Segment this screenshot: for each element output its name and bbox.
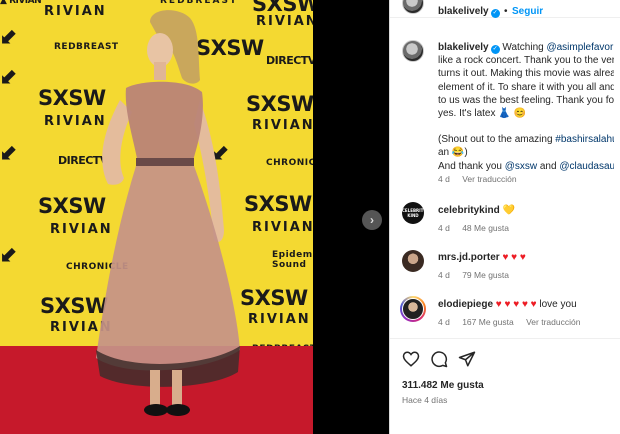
- caption-meta: 4 d Ver traducción: [438, 174, 517, 184]
- heart-icon[interactable]: [402, 350, 420, 368]
- woman-figure: [96, 10, 240, 416]
- share-icon[interactable]: [458, 350, 476, 368]
- comment: elodiepiege ♥ ♥ ♥ ♥ ♥ love you: [438, 299, 577, 310]
- comment-avatar[interactable]: [402, 250, 424, 272]
- comment: celebritykind 💛: [438, 205, 515, 216]
- avatar[interactable]: [402, 0, 424, 14]
- caption-text: Watching: [502, 42, 547, 53]
- caption-text: And thank you: [438, 160, 505, 172]
- comment-time: 4 d: [438, 223, 450, 233]
- caption-line: element of it. To share it with you all …: [438, 81, 614, 93]
- caption-time: 4 d: [438, 174, 450, 184]
- post-media[interactable]: ▲ RIVIAN RIVIAN REDBREAST SXSW RIVIAN ⬋ …: [0, 0, 389, 434]
- comment-likes[interactable]: 79 Me gusta: [462, 270, 509, 280]
- comment-meta: 4 d 79 Me gusta: [438, 270, 509, 280]
- caption-line: like a rock concert. Thank you to the ve…: [438, 55, 614, 67]
- caption-text: (Shout out to the amazing: [438, 134, 556, 146]
- comment-text: ♥ ♥ ♥ ♥ ♥: [495, 299, 537, 310]
- post-caption: blakelively✓ Watching @asimplefavor op l…: [438, 41, 614, 173]
- comment-username[interactable]: celebritykind: [438, 205, 500, 216]
- comment: mrs.jd.porter ♥ ♥ ♥: [438, 252, 526, 263]
- avatar: [402, 298, 424, 320]
- post-timestamp: Hace 4 días: [402, 395, 448, 405]
- post-header: blakelively ✓ • Seguir: [390, 0, 620, 18]
- verified-icon: ✓: [490, 45, 500, 54]
- translate-link[interactable]: Ver traducción: [462, 174, 516, 184]
- caption-line: yes. It's latex 👗 😊: [438, 108, 526, 120]
- action-bar: 311.482 Me gusta Hace 4 días: [390, 338, 620, 434]
- comment-text: ♥ ♥ ♥: [502, 252, 526, 263]
- comment-time: 4 d: [438, 317, 450, 327]
- mention-link[interactable]: @sxsw: [505, 161, 537, 172]
- comment-username[interactable]: elodiepiege: [438, 299, 493, 310]
- caption-username[interactable]: blakelively: [438, 42, 489, 53]
- caption-line: to us was the best feeling. Thank you fo…: [438, 94, 614, 106]
- comment-avatar[interactable]: CELEBRITY KIND: [402, 202, 424, 224]
- comment-avatar[interactable]: [400, 296, 426, 322]
- comment-likes[interactable]: 167 Me gusta: [462, 317, 514, 327]
- comment-meta: 4 d 48 Me gusta: [438, 223, 509, 233]
- comment-text-tail: love you: [536, 299, 577, 310]
- caption-blank-line: [438, 120, 614, 133]
- comment-time: 4 d: [438, 270, 450, 280]
- comment-icon[interactable]: [430, 350, 448, 368]
- caption-text: and: [537, 160, 560, 172]
- mention-link[interactable]: @claudasaur: [559, 161, 614, 172]
- caption-text: op: [613, 42, 614, 53]
- comment-meta: 4 d 167 Me gusta Ver traducción: [438, 317, 580, 327]
- post-sidebar: blakelively ✓ • Seguir blakelively ✓ Watch…: [389, 0, 620, 434]
- comment-username[interactable]: mrs.jd.porter: [438, 252, 500, 263]
- celebritykind-logo: CELEBRITY KIND: [402, 208, 424, 218]
- verified-icon: ✓: [490, 9, 500, 18]
- header-username[interactable]: blakelively: [438, 6, 489, 17]
- caption-line: turns it out. Making this movie was alre…: [438, 68, 614, 80]
- likes-count[interactable]: 311.482 Me gusta: [402, 380, 484, 391]
- follow-button[interactable]: Seguir: [512, 6, 543, 17]
- translate-link[interactable]: Ver traducción: [526, 317, 580, 327]
- next-arrow-button[interactable]: ›: [362, 210, 382, 230]
- caption-line: an 😂): [438, 147, 468, 159]
- separator-dot: •: [504, 6, 508, 17]
- comment-text: 💛: [502, 205, 515, 216]
- post-photo[interactable]: ▲ RIVIAN RIVIAN REDBREAST SXSW RIVIAN ⬋ …: [0, 0, 313, 434]
- hashtag-link[interactable]: #bashirsalahud: [555, 134, 614, 145]
- mention-link[interactable]: @asimplefavor: [546, 42, 613, 53]
- comment-likes[interactable]: 48 Me gusta: [462, 223, 509, 233]
- caption-avatar[interactable]: [402, 40, 424, 62]
- header-user: blakelively ✓ • Seguir: [438, 1, 543, 19]
